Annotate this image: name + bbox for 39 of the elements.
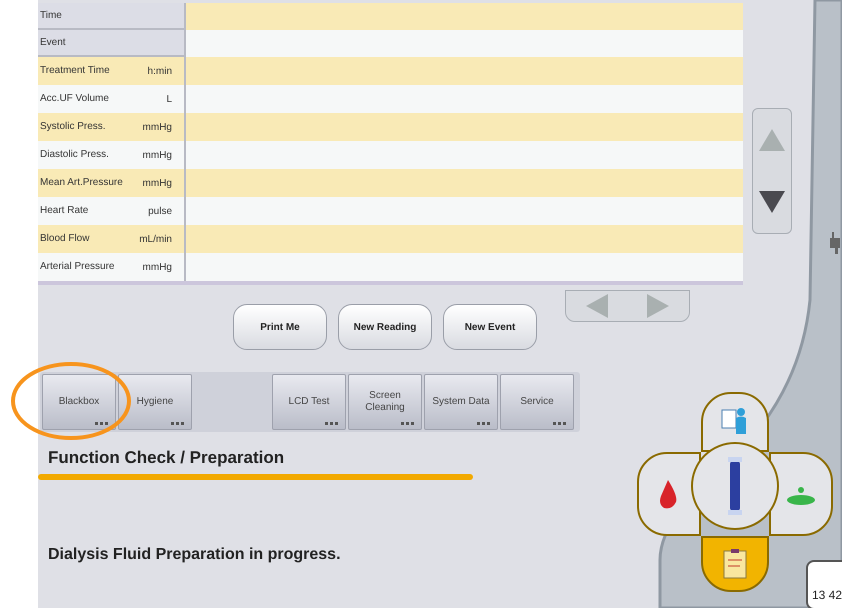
action-button[interactable]: Print Me (233, 304, 327, 350)
row-label: Blood Flow (40, 234, 90, 244)
clock-button[interactable]: 13 42 (806, 560, 842, 608)
unit-label: pulse (148, 204, 173, 218)
unit-label: mmHg (142, 260, 173, 274)
unit-label: L (166, 92, 173, 106)
row-label: Diastolic Press. (40, 150, 110, 160)
more-icon (325, 422, 339, 425)
plug-icon (828, 232, 840, 254)
function-tab[interactable]: System Data (424, 374, 498, 430)
status-message: Dialysis Fluid Preparation in progress. (48, 545, 341, 565)
unit-label: mL/min (139, 232, 173, 246)
row-label: Acc.UF Volume (40, 94, 110, 104)
unit-label: mmHg (142, 176, 173, 190)
row-header: Event (40, 36, 66, 50)
row-label: Heart Rate (40, 206, 90, 216)
row-label: Treatment Time (40, 66, 111, 76)
row-label: Mean Art.Pressure (40, 178, 124, 188)
section-title: Function Check / Preparation (48, 447, 284, 469)
more-icon (401, 422, 415, 425)
nav-segment[interactable] (701, 536, 769, 592)
more-icon (95, 422, 109, 425)
scroll-down-icon[interactable] (759, 191, 785, 213)
function-tab[interactable]: Hygiene (118, 374, 192, 430)
unit-label: mmHg (142, 120, 173, 134)
row-header: Time (40, 9, 62, 23)
unit-label: h:min (148, 64, 173, 78)
row-label: Arterial Pressure (40, 262, 116, 272)
more-icon (553, 422, 567, 425)
more-icon (171, 422, 185, 425)
unit-label: mmHg (142, 148, 173, 162)
function-tab[interactable]: LCD Test (272, 374, 346, 430)
action-button[interactable]: New Reading (338, 304, 432, 350)
more-icon (477, 422, 491, 425)
function-tab[interactable]: Screen Cleaning (348, 374, 422, 430)
function-tab[interactable]: Service (500, 374, 574, 430)
action-button[interactable]: New Event (443, 304, 537, 350)
function-tab[interactable]: Blackbox (42, 374, 116, 430)
row-label: Systolic Press. (40, 122, 107, 132)
